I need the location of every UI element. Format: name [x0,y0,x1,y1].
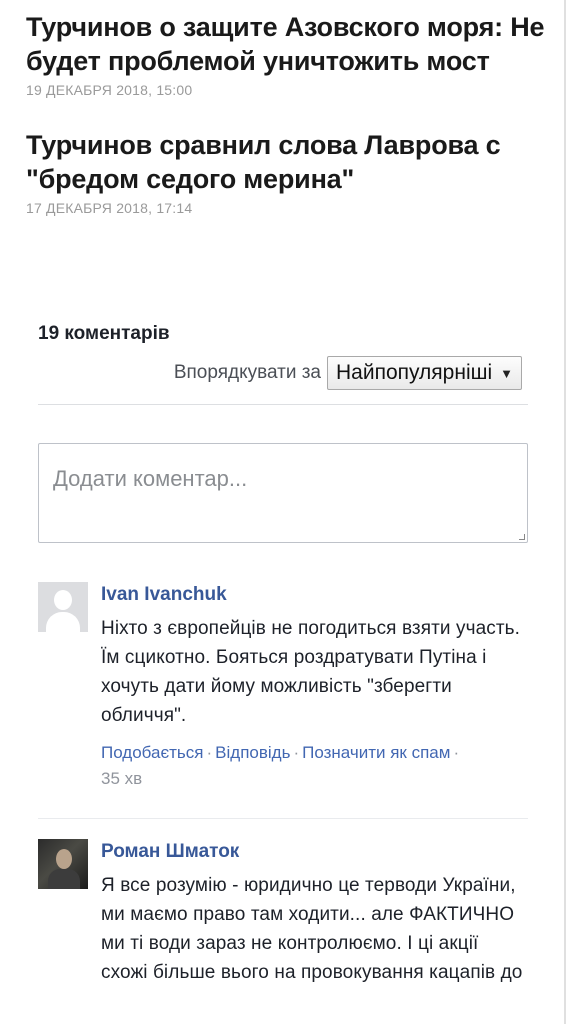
reply-link[interactable]: Відповідь [215,743,290,762]
comments-count: 19 коментарів [38,323,170,344]
article-title-link[interactable]: Турчинов о защите Азовского моря: Не буд… [26,10,546,78]
comment-divider [38,818,528,819]
comment-author[interactable]: Ivan Ivanchuk [101,582,528,608]
separator: · [453,743,460,762]
comment-text: Ніхто з європейців не погодиться взяти у… [101,618,521,726]
article-date: 17 ДЕКАБРЯ 2018, 17:14 [26,200,193,216]
sort-selected-value: Найпопулярніші [336,361,493,384]
separator: · [206,743,213,762]
sort-select[interactable]: Найпопулярніші ▼ [327,356,522,390]
comment-actions: Подобається · Відповідь · Позначити як спам ·… [101,740,528,792]
sort-row: Впорядкувати за Найпопулярніші ▼ [38,356,528,390]
article-title-link[interactable]: Турчинов сравнил слова Лаврова с "бредом… [26,128,546,196]
article-item: Турчинов о защите Азовского моря: Не буд… [26,10,546,98]
comment-author[interactable]: Роман Шматок [101,839,528,865]
like-link[interactable]: Подобається [101,743,204,762]
article-date: 19 ДЕКАБРЯ 2018, 15:00 [26,82,193,98]
comment-item: Роман Шматок Я все розумію - юридично це… [38,839,528,987]
avatar[interactable] [38,582,88,632]
comment-text: Я все розумію - юридично це терводи Укра… [101,875,523,983]
divider [38,404,528,405]
resize-handle-icon[interactable] [519,534,525,540]
related-articles: Турчинов о защите Азовского моря: Не буд… [26,10,546,246]
user-photo-torso [48,869,80,889]
comments-section: 19 коментарів Впорядкувати за Найпопуляр… [38,320,528,543]
comment-item: Ivan Ivanchuk Ніхто з європейців не пого… [38,582,528,792]
avatar[interactable] [38,839,88,889]
separator: · [293,743,300,762]
mark-spam-link[interactable]: Позначити як спам [302,743,450,762]
user-silhouette-body [46,612,80,632]
add-comment-input[interactable]: Додати коментар... [38,443,528,543]
comment-content: Роман Шматок Я все розумію - юридично це… [101,839,528,987]
user-photo-icon [56,849,72,869]
add-comment-placeholder: Додати коментар... [53,466,248,491]
comment-content: Ivan Ivanchuk Ніхто з європейців не пого… [101,582,528,792]
user-silhouette-icon [54,590,72,610]
article-item: Турчинов сравнил слова Лаврова с "бредом… [26,128,546,216]
comment-time[interactable]: 35 хв [101,769,142,788]
dropdown-arrow-icon: ▼ [500,365,513,381]
sort-label: Впорядкувати за [173,362,321,383]
